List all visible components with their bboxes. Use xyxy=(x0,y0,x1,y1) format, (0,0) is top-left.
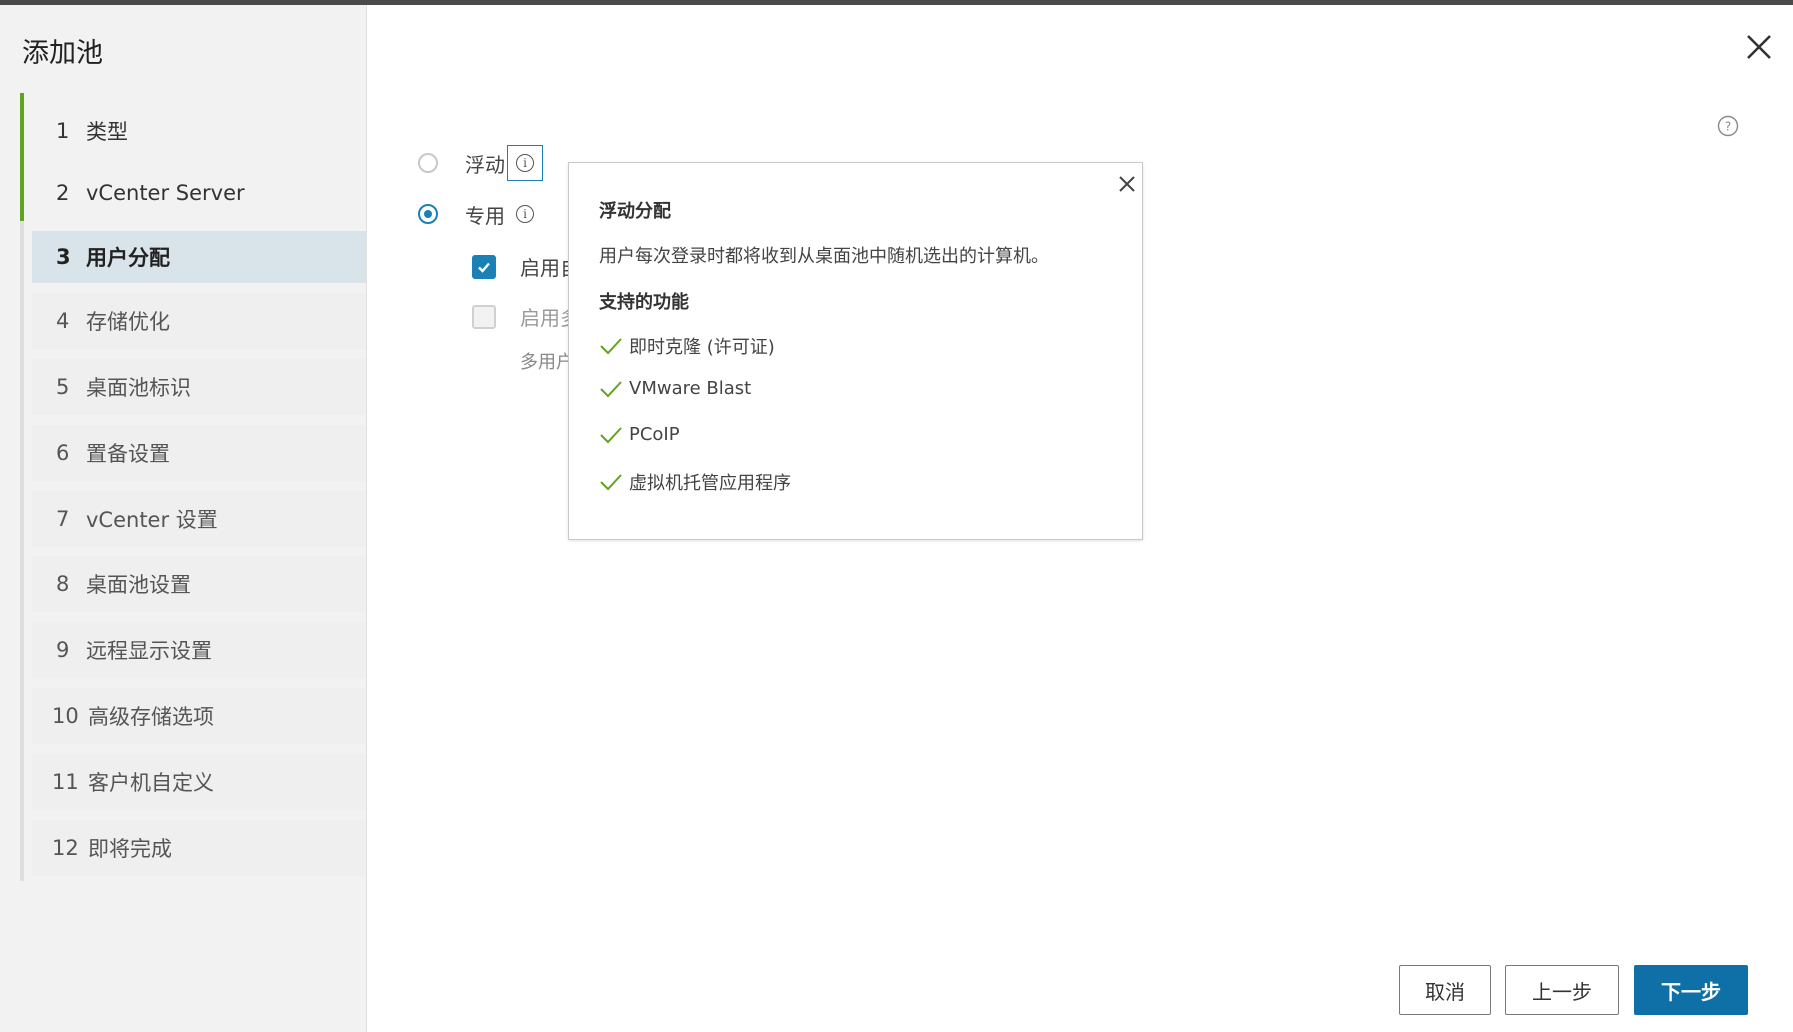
floating-info-button[interactable]: i xyxy=(507,145,543,181)
dialog-title: 添加池 xyxy=(22,38,103,69)
step-5-pool-identification[interactable]: 5 桌面池标识 xyxy=(32,359,366,415)
step-number: 8 xyxy=(56,572,70,596)
step-label: 桌面池标识 xyxy=(86,376,191,400)
step-9-remote-display-settings[interactable]: 9 远程显示设置 xyxy=(32,622,366,678)
step-number: 5 xyxy=(56,375,70,399)
check-icon xyxy=(600,380,622,397)
step-label: vCenter 设置 xyxy=(86,508,218,532)
floating-option: 浮动 i xyxy=(418,145,543,181)
floating-info-popover: 浮动分配 用户每次登录时都将收到从桌面池中随机选出的计算机。 支持的功能 即时克… xyxy=(568,162,1143,540)
step-number: 6 xyxy=(56,441,70,465)
step-12-ready-to-complete[interactable]: 12 即将完成 xyxy=(32,820,366,876)
step-number: 7 xyxy=(56,507,70,531)
check-icon xyxy=(600,474,622,491)
popover-description: 用户每次登录时都将收到从桌面池中随机选出的计算机。 xyxy=(599,246,1049,267)
floating-radio[interactable] xyxy=(418,153,438,173)
step-label: 置备设置 xyxy=(86,442,170,466)
step-1-type[interactable]: 1 类型 xyxy=(32,103,366,159)
floating-label[interactable]: 浮动 xyxy=(465,149,505,178)
feature-item: 虚拟机托管应用程序 xyxy=(599,469,791,495)
info-icon: i xyxy=(516,205,534,223)
steps-progress-completed xyxy=(20,93,24,221)
check-icon xyxy=(600,426,622,443)
wizard-steps: 1 类型 2 vCenter Server 3 用户分配 4 存储优化 5 桌面… xyxy=(20,93,366,881)
step-4-storage-optimization[interactable]: 4 存储优化 xyxy=(32,293,366,349)
step-label: 桌面池设置 xyxy=(86,573,191,597)
step-number: 1 xyxy=(56,119,70,143)
option1-label[interactable]: 启用自 xyxy=(520,252,568,281)
step-number: 2 xyxy=(56,181,70,205)
step-label: 即将完成 xyxy=(88,837,172,861)
feature-item: PCoIP xyxy=(599,424,680,445)
cancel-button[interactable]: 取消 xyxy=(1399,965,1491,1015)
dedicated-info-button[interactable]: i xyxy=(507,196,543,232)
back-button[interactable]: 上一步 xyxy=(1505,965,1619,1015)
step-number: 4 xyxy=(56,309,70,333)
step-11-guest-customization[interactable]: 11 客户机自定义 xyxy=(32,754,366,810)
step-label: 类型 xyxy=(86,120,128,144)
wizard-sidebar: 添加池 1 类型 2 vCenter Server 3 用户分配 4 存储优化 … xyxy=(0,5,367,1032)
check-icon xyxy=(600,338,622,355)
feature-label: 虚拟机托管应用程序 xyxy=(629,473,791,494)
step-7-vcenter-settings[interactable]: 7 vCenter 设置 xyxy=(32,491,366,547)
step-number: 10 xyxy=(52,704,79,728)
close-icon[interactable] xyxy=(1742,30,1776,64)
step-label: vCenter Server xyxy=(86,181,245,205)
popover-close-icon[interactable] xyxy=(1116,173,1138,195)
step-number: 9 xyxy=(56,638,70,662)
check-icon xyxy=(478,262,490,273)
step-label: 高级存储选项 xyxy=(88,705,214,729)
step-label: 客户机自定义 xyxy=(88,771,214,795)
option2-hint: 多用户 xyxy=(520,352,568,373)
popover-title: 浮动分配 xyxy=(599,201,671,222)
step-number: 3 xyxy=(56,245,71,269)
feature-label: 即时克隆 (许可证) xyxy=(629,337,775,358)
next-button[interactable]: 下一步 xyxy=(1634,965,1748,1015)
dedicated-option: 专用 i xyxy=(418,196,543,232)
feature-item: 即时克隆 (许可证) xyxy=(599,333,775,359)
step-10-advanced-storage[interactable]: 10 高级存储选项 xyxy=(32,688,366,744)
step-label: 用户分配 xyxy=(86,246,170,270)
option1-checkbox[interactable] xyxy=(472,254,496,279)
step-3-user-assignment[interactable]: 3 用户分配 xyxy=(32,231,366,283)
step-number: 11 xyxy=(52,770,79,794)
popover-features-heading: 支持的功能 xyxy=(599,292,689,313)
option2-row: 启用多 xyxy=(472,302,568,331)
dedicated-label[interactable]: 专用 xyxy=(465,200,505,229)
option2-checkbox[interactable] xyxy=(472,304,496,329)
step-label: 远程显示设置 xyxy=(86,639,212,663)
option1-row: 启用自 xyxy=(472,252,568,281)
dedicated-radio[interactable] xyxy=(418,204,438,224)
info-icon: i xyxy=(516,154,534,172)
feature-label: PCoIP xyxy=(629,424,680,445)
step-6-provisioning-settings[interactable]: 6 置备设置 xyxy=(32,425,366,481)
feature-item: VMware Blast xyxy=(599,378,751,399)
step-number: 12 xyxy=(52,836,79,860)
svg-text:?: ? xyxy=(1725,120,1731,134)
option2-label: 启用多 xyxy=(520,306,568,330)
help-icon[interactable]: ? xyxy=(1717,115,1739,137)
step-2-vcenter-server[interactable]: 2 vCenter Server xyxy=(32,165,366,221)
step-8-pool-settings[interactable]: 8 桌面池设置 xyxy=(32,556,366,612)
step-label: 存储优化 xyxy=(86,310,170,334)
feature-label: VMware Blast xyxy=(629,378,752,399)
